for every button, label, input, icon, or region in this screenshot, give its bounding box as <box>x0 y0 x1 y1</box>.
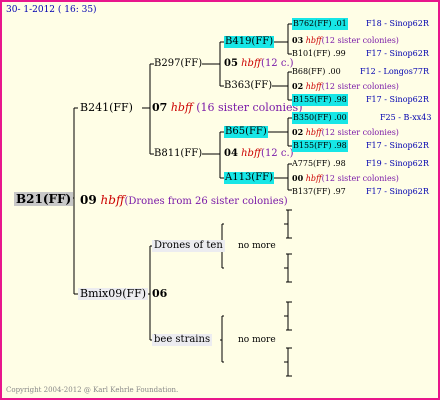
root-node[interactable]: B21(FF) <box>14 192 74 206</box>
root-gen: 09 <box>80 193 97 207</box>
leaf-b155a-ref[interactable]: F17 - Sinop62R <box>366 94 429 106</box>
gen-05: 05 <box>224 58 238 69</box>
hbff-04: hbff <box>241 148 262 159</box>
node-b65[interactable]: B65(FF) <box>224 126 268 138</box>
root-note: (Drones from 26 sister colonies) <box>124 196 288 207</box>
no-more-2: no more <box>238 335 276 345</box>
date-stamp: 30- 1-2012 ( 16: 35) <box>6 5 97 15</box>
leaf-b350[interactable]: B350(FF) .00 <box>292 112 348 124</box>
node-b297[interactable]: B297(FF) <box>154 58 202 70</box>
leaf-b155b[interactable]: B155(FF) .98 <box>292 140 348 152</box>
bmix09-gen: 06 <box>152 287 168 300</box>
leaf-b68-ref[interactable]: F12 - Longos77R <box>360 66 429 78</box>
gen-04: 04 <box>224 148 238 159</box>
leaf-02b: 02 hbff(12 sister colonies) <box>292 127 399 137</box>
hbff-05: hbff <box>241 58 262 69</box>
leaf-b137[interactable]: B137(FF) .97 <box>292 186 346 198</box>
node-b811[interactable]: B811(FF) <box>154 148 202 160</box>
leaf-b137-ref[interactable]: F17 - Sinop62R <box>366 186 429 198</box>
node-bmix09[interactable]: Bmix09(FF) <box>78 288 149 300</box>
bee-strains-label: bee strains <box>152 334 213 346</box>
b241-hbff: hbff <box>170 101 193 114</box>
copyright: Copyright 2004-2012 @ Karl Kehrle Founda… <box>6 386 179 394</box>
leaf-b762[interactable]: B762(FF) .01 <box>292 18 348 30</box>
leaf-b155a[interactable]: B155(FF) .98 <box>292 94 348 106</box>
root-hbff: hbff <box>100 193 125 207</box>
leaf-a775[interactable]: A775(FF) .98 <box>292 158 346 170</box>
leaf-b101[interactable]: B101(FF) .99 <box>292 48 346 60</box>
leaf-03: 03 hbff(12 sister colonies) <box>292 35 399 45</box>
b241-gen: 07 <box>152 101 168 114</box>
node-b363[interactable]: B363(FF) <box>224 80 272 92</box>
leaf-b762-ref[interactable]: F18 - Sinop62R <box>366 18 429 30</box>
node-b241[interactable]: B241(FF) <box>80 102 133 114</box>
leaf-b350-ref[interactable]: F25 - B-xx43 <box>380 112 431 124</box>
leaf-b68[interactable]: B68(FF) .00 <box>292 66 341 78</box>
b241-info: 07 hbff (16 sister colonies) <box>152 102 303 114</box>
b419-info: 05 hbff(12 c.) <box>224 58 294 70</box>
leaf-00: 00 hbff(12 sister colonies) <box>292 173 399 183</box>
node-b419[interactable]: B419(FF) <box>224 36 275 48</box>
leaf-a775-ref[interactable]: F19 - Sinop62R <box>366 158 429 170</box>
note-05: (12 c.) <box>261 58 294 69</box>
root-info: 09 hbff(Drones from 26 sister colonies) <box>80 193 288 209</box>
leaf-b155b-ref[interactable]: F17 - Sinop62R <box>366 140 429 152</box>
no-more-1: no more <box>238 241 276 251</box>
b241-note: (16 sister colonies) <box>196 101 303 114</box>
pedigree-panel: { "header": { "date_text": "30- 1-2012 (… <box>0 0 440 400</box>
note-04: (12 c.) <box>261 148 294 159</box>
node-a113[interactable]: A113(FF) <box>224 172 274 184</box>
leaf-b101-ref[interactable]: F17 - Sinop62R <box>366 48 429 60</box>
b65-info: 04 hbff(12 c.) <box>224 148 294 160</box>
drones-label: Drones of ten <box>152 240 225 252</box>
leaf-02a: 02 hbff(12 sister colonies) <box>292 81 399 91</box>
